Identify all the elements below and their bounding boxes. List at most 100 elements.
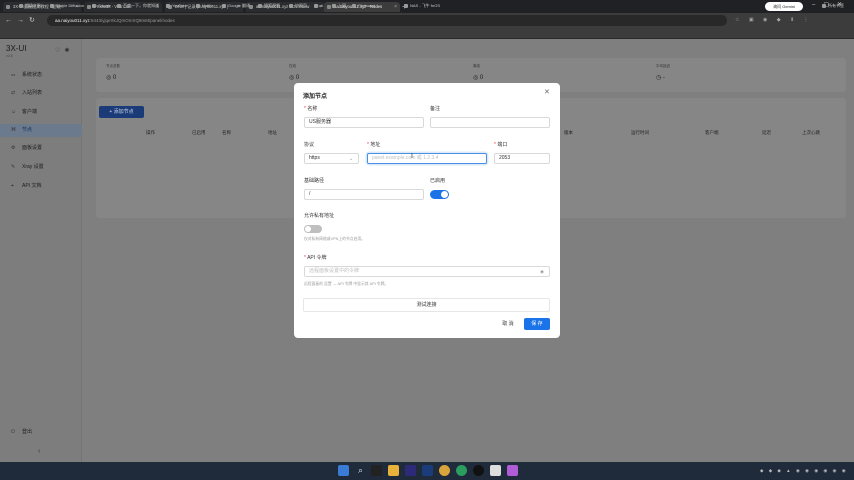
extensions-icons[interactable]: ☆ ▣ ◉ ◆ ⬇ ⋮ [735, 15, 813, 26]
remark-input[interactable] [430, 117, 550, 128]
url-path: :8443/yjqeXkJQmOmXQ8mM/panel/nodes [89, 18, 175, 23]
table-header: 已启用 [192, 130, 206, 135]
table-header: 地址 [268, 130, 277, 135]
dashboard-icon: ⚏ [11, 72, 16, 78]
bookmark-item[interactable]: YouTube [166, 0, 188, 11]
table-header: 名称 [222, 130, 231, 135]
bookmark-item[interactable]: Google 翻译 [222, 0, 250, 11]
test-connection-button[interactable]: 测试连接 [303, 298, 550, 312]
toggle-knob [305, 226, 311, 232]
nav-buttons[interactable]: ←→↻ [5, 13, 40, 28]
bookmark-item[interactable]: 超级大脑 [19, 0, 41, 11]
tab-favicon-icon [87, 5, 91, 9]
bookmark-icon [196, 3, 200, 8]
dialog-title: 添加节点 [303, 94, 328, 100]
sidebar-item-panel-settings[interactable]: ⚙ 面板设置 [0, 142, 82, 155]
bookmarks-bar [0, 28, 854, 39]
chevron-down-icon: ⌄ [349, 156, 354, 162]
swap-icon: ⇄ [11, 90, 16, 96]
collapse-sidebar-icon[interactable]: ‹ [38, 448, 40, 455]
folder-icon [822, 3, 826, 8]
table-header: 版本 [564, 130, 573, 135]
chrome-icon[interactable] [439, 465, 450, 476]
stat-value: ◎ 0 [289, 75, 300, 81]
all-bookmarks[interactable]: 所有书签 [822, 0, 844, 11]
bookmark-item[interactable]: 上网 [332, 0, 346, 11]
port-input[interactable]: 2053 [494, 153, 550, 164]
app-icon[interactable] [507, 465, 518, 476]
bookmark-icon [92, 3, 96, 8]
start-icon[interactable] [338, 465, 349, 476]
search-icon[interactable]: ⌕ [355, 465, 366, 476]
online-icon: ◎ [289, 75, 296, 81]
port-label: * 端口 [494, 142, 508, 148]
base-path-input[interactable]: / [304, 189, 424, 200]
save-button[interactable]: 保 存 [524, 318, 550, 330]
media-icon[interactable] [473, 465, 484, 476]
table-header: 运行时间 [631, 130, 649, 135]
browser-icon[interactable] [456, 465, 467, 476]
sidebar-header-icons[interactable]: ♡✺ [55, 47, 73, 54]
api-token-input[interactable]: 远程面板设置中的令牌 [304, 266, 550, 277]
bookmark-item[interactable]: Netflix [196, 0, 213, 11]
sidebar-item-api-docs[interactable]: ⌖ API 文档 [0, 180, 82, 193]
name-label: * 名称 [304, 106, 318, 112]
terminal-icon[interactable] [371, 465, 382, 476]
base-path-label: 基础路径 [304, 178, 325, 184]
bookmark-item[interactable]: Stable Diffusion [50, 0, 84, 11]
bookmark-item[interactable]: Google [92, 0, 111, 11]
sidebar-item-clients[interactable]: ☺ 客户端 [0, 106, 82, 119]
sidebar-item-logout[interactable]: ⏻ 登出 [0, 426, 82, 439]
heart-icon[interactable]: ♡ [55, 48, 64, 54]
cancel-button[interactable]: 取 消 [497, 318, 519, 330]
table-header: 客户端 [705, 130, 719, 135]
bookmark-icon [50, 3, 54, 8]
version-label: v2.8 [6, 54, 13, 58]
stat-value: ◷ - [656, 75, 665, 81]
bookmark-item[interactable]: NAS - 飞牛 fnOS [404, 0, 440, 11]
app-icon[interactable] [490, 465, 501, 476]
tab-favicon-icon [327, 5, 331, 9]
bookmark-icon [258, 3, 262, 8]
close-tab-icon[interactable]: × [394, 2, 397, 12]
allow-private-toggle[interactable] [304, 225, 322, 233]
name-input[interactable]: US服务器 [304, 117, 424, 128]
bookmark-icon [404, 3, 408, 8]
close-icon[interactable]: ✕ [544, 88, 550, 96]
bookmark-item[interactable]: 搜狐视频 [258, 0, 280, 11]
sidebar-item-xray-settings[interactable]: ✎ Xray 设置 [0, 161, 82, 174]
bookmark-item[interactable]: 护照页 [289, 0, 307, 11]
protocol-label: 协议 [304, 142, 315, 148]
add-node-button[interactable]: + 添加节点 [99, 106, 144, 118]
premiere-icon[interactable] [405, 465, 416, 476]
system-tray[interactable]: ◆ ◆ ◆ ▲ ◉ ◉ ◉ ◉ ◉ ◉ ⌁ [760, 462, 854, 480]
url-host: aa.naiyou011.xyz [55, 18, 90, 23]
api-icon: ⌖ [11, 183, 14, 189]
folder-icon[interactable] [388, 465, 399, 476]
photoshop-icon[interactable] [422, 465, 433, 476]
bookmark-item[interactable]: 百度一下，你就知道 [117, 0, 159, 11]
sidebar-item-nodes[interactable]: ⌘ 节点 [0, 124, 82, 137]
address-input[interactable]: panel.example.com 或 1.2.3.4 [367, 153, 487, 164]
tab-favicon-icon [6, 5, 10, 9]
bookmark-item[interactable]: ai [314, 0, 323, 11]
table-header: 操作 [146, 130, 155, 135]
enabled-label: 已启用 [430, 178, 446, 184]
address-label: * 地址 [367, 142, 381, 148]
stat-value: ◎ 0 [473, 75, 484, 81]
url-bar[interactable]: aa.naiyou011.xyz:8443/yjqeXkJQmOmXQ8mM/p… [47, 15, 727, 26]
gemini-button[interactable]: 询问 Gemini [765, 2, 803, 11]
sidebar [0, 39, 82, 462]
sidebar-item-status[interactable]: ⚏ 系统状态 [0, 69, 82, 82]
stat-label: 节点总数 [106, 64, 120, 68]
table-header: 上次心跳 [802, 130, 820, 135]
bookmark-icon [332, 3, 336, 8]
sidebar-item-inbounds[interactable]: ⇄ 入站列表 [0, 87, 82, 100]
eye-icon[interactable]: ◉ [540, 269, 544, 275]
enabled-toggle[interactable] [430, 190, 449, 199]
gear-icon[interactable]: ✺ [64, 48, 73, 54]
latency-icon: ◷ [656, 75, 663, 81]
bookmark-icon [352, 3, 356, 8]
allow-private-hint: 仅对私有网络或VPN上的节点启用。 [304, 237, 365, 241]
bookmark-item[interactable]: Flipboard - ... [352, 0, 382, 11]
